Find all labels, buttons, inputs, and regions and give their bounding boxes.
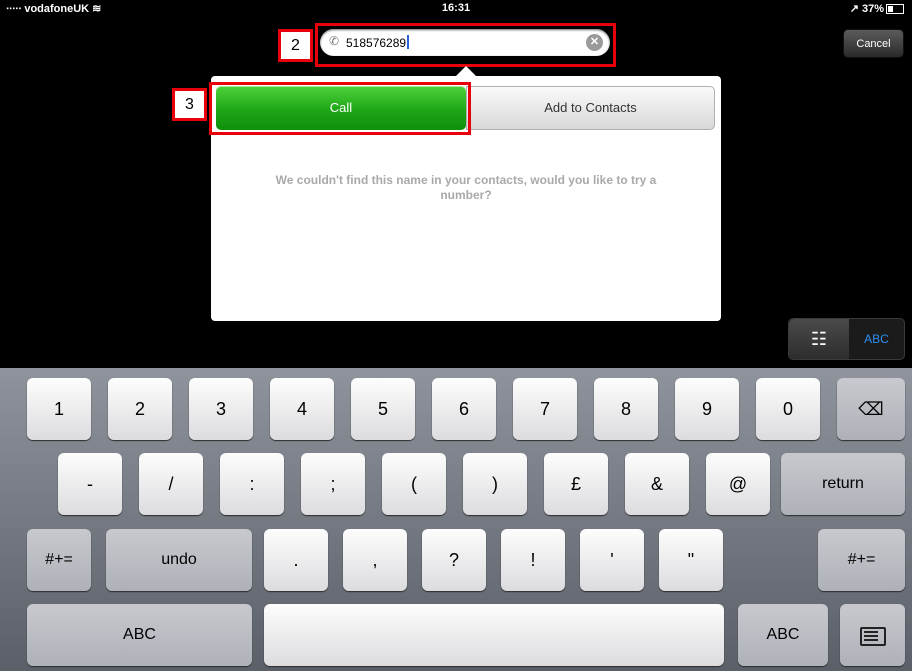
key-slash[interactable]: /: [139, 453, 203, 515]
on-screen-keyboard: 1 2 3 4 5 6 7 8 9 0 ⌫ - / : ; ( ) £ & @ …: [0, 368, 912, 671]
key-comma[interactable]: ,: [343, 529, 407, 591]
annotation-box-field: [315, 23, 616, 67]
status-bar: ∙∙∙∙∙ vodafoneUK ≋ 16:31 ↗ 37%: [0, 0, 912, 16]
key-semicolon[interactable]: ;: [301, 453, 365, 515]
keypad-mode-icon[interactable]: ☷: [789, 319, 849, 359]
clock: 16:31: [441, 2, 471, 14]
key-7[interactable]: 7: [513, 378, 577, 440]
keyboard-hide-icon: [859, 626, 886, 646]
key-ampersand[interactable]: &: [625, 453, 689, 515]
battery-indicator: ↗ 37%: [850, 2, 904, 15]
key-9[interactable]: 9: [675, 378, 739, 440]
key-pound[interactable]: £: [544, 453, 608, 515]
key-3[interactable]: 3: [189, 378, 253, 440]
key-at[interactable]: @: [706, 453, 770, 515]
key-5[interactable]: 5: [351, 378, 415, 440]
key-open-paren[interactable]: (: [382, 453, 446, 515]
hide-keyboard-button[interactable]: [840, 604, 905, 666]
key-2[interactable]: 2: [108, 378, 172, 440]
undo-key[interactable]: undo: [106, 529, 252, 591]
key-exclamation[interactable]: !: [501, 529, 565, 591]
abc-key-right[interactable]: ABC: [738, 604, 828, 666]
backspace-icon[interactable]: ⌫: [837, 378, 905, 440]
more-symbols-key-left[interactable]: #+=: [27, 529, 91, 591]
key-8[interactable]: 8: [594, 378, 658, 440]
key-apostrophe[interactable]: ': [580, 529, 644, 591]
key-0[interactable]: 0: [756, 378, 820, 440]
key-close-paren[interactable]: ): [463, 453, 527, 515]
key-hyphen[interactable]: -: [58, 453, 122, 515]
key-quote[interactable]: ": [659, 529, 723, 591]
annotation-label-2: 2: [278, 29, 313, 62]
key-colon[interactable]: :: [220, 453, 284, 515]
key-1[interactable]: 1: [27, 378, 91, 440]
key-4[interactable]: 4: [270, 378, 334, 440]
space-bar[interactable]: [264, 604, 724, 666]
battery-label: ↗ 37%: [849, 3, 884, 15]
not-found-message: We couldn't find this name in your conta…: [275, 173, 657, 202]
annotation-box-call: [209, 82, 471, 135]
cancel-button[interactable]: Cancel: [843, 29, 904, 58]
battery-icon: [886, 4, 904, 15]
key-period[interactable]: .: [264, 529, 328, 591]
return-key[interactable]: return: [781, 453, 905, 515]
annotation-label-3: 3: [172, 88, 207, 121]
input-mode-toggle: ☷ ABC: [788, 318, 905, 360]
key-question[interactable]: ?: [422, 529, 486, 591]
abc-mode-button[interactable]: ABC: [849, 319, 904, 359]
more-symbols-key-right[interactable]: #+=: [818, 529, 905, 591]
abc-key-left[interactable]: ABC: [27, 604, 252, 666]
add-to-contacts-button[interactable]: Add to Contacts: [466, 86, 715, 130]
key-6[interactable]: 6: [432, 378, 496, 440]
